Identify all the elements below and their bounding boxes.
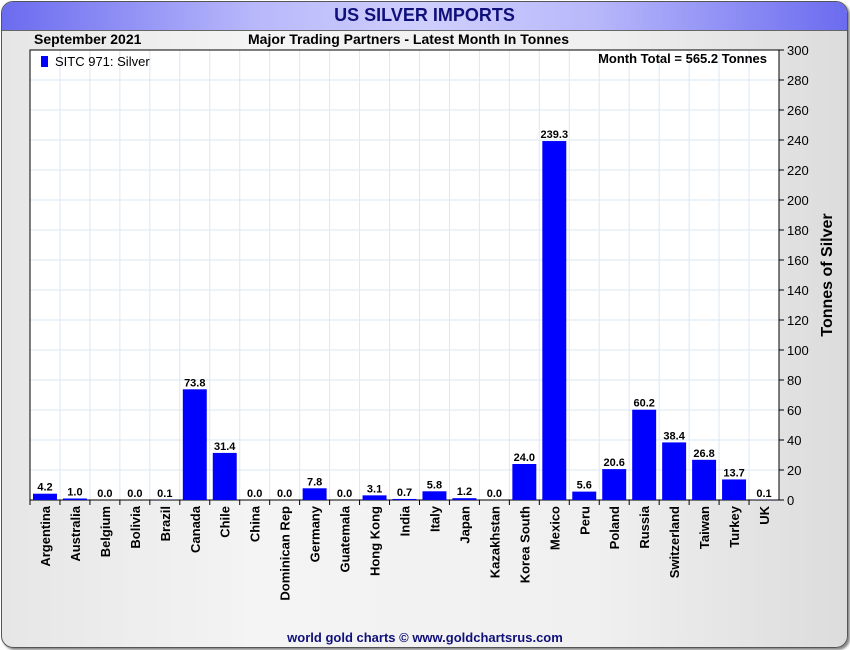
y-tick-label: 140	[787, 283, 809, 298]
bar-peru	[572, 491, 597, 500]
data-label: 0.0	[487, 488, 502, 500]
data-label: 0.0	[127, 488, 142, 500]
y-tick-label: 0	[787, 493, 794, 508]
x-tick-label: Taiwan	[697, 506, 712, 549]
x-tick-label: Poland	[607, 506, 622, 549]
x-tick-label: Chile	[218, 506, 233, 538]
x-tick-label: Dominican Rep	[278, 506, 293, 601]
bar-taiwan	[692, 459, 717, 500]
x-tick-label: Belgium	[98, 506, 113, 557]
y-tick-label: 80	[787, 373, 801, 388]
y-tick-label: 260	[787, 103, 809, 118]
x-tick-label: Canada	[188, 505, 203, 553]
y-tick-label: 40	[787, 433, 801, 448]
x-tick-label: Bolivia	[128, 505, 143, 548]
data-label: 13.7	[723, 467, 744, 479]
y-tick-label: 200	[787, 193, 809, 208]
data-label: 31.4	[214, 441, 236, 453]
bar-germany	[302, 488, 327, 500]
data-label: 3.1	[367, 483, 382, 495]
y-tick-label: 180	[787, 223, 809, 238]
data-label: 20.6	[604, 457, 625, 469]
x-tick-label: Hong Kong	[368, 506, 383, 576]
x-tick-label: Brazil	[158, 506, 173, 541]
bar-italy	[422, 491, 447, 500]
x-tick-label: Switzerland	[667, 506, 682, 578]
x-tick-label: Korea South	[517, 506, 532, 583]
footer-credit: world gold charts © www.goldchartsrus.co…	[287, 630, 563, 645]
bar-hong-kong	[362, 495, 387, 500]
x-tick-label: UK	[757, 505, 772, 524]
data-label: 0.1	[157, 488, 172, 500]
data-label: 239.3	[541, 129, 569, 141]
data-label: 0.0	[97, 488, 112, 500]
x-tick-label: Mexico	[547, 506, 562, 550]
legend-label: SITC 971: Silver	[55, 54, 150, 69]
bar-turkey	[722, 479, 747, 500]
data-label: 4.2	[37, 482, 52, 494]
bar-poland	[602, 469, 627, 500]
x-tick-label: India	[398, 505, 413, 536]
data-label: 7.8	[307, 476, 322, 488]
y-tick-label: 120	[787, 313, 809, 328]
bar-chart: 0 20 40 60 80 100 120 140 160 180 200 220 240 260 280 3…	[29, 43, 836, 601]
x-tick-label: Italy	[427, 505, 442, 532]
y-tick-label: 220	[787, 163, 809, 178]
data-label: 1.0	[67, 487, 82, 499]
x-tick-label: Australia	[68, 505, 83, 561]
data-label: 26.8	[693, 448, 714, 460]
data-label: 5.6	[577, 480, 592, 492]
x-tick-label: Guatemala	[338, 505, 353, 572]
y-tick-label: 60	[787, 403, 801, 418]
month-total-annotation: Month Total = 565.2 Tonnes	[598, 51, 767, 66]
bar-mexico	[542, 141, 567, 501]
bar-switzerland	[662, 442, 687, 500]
bar-chile	[212, 452, 237, 500]
data-label: 1.2	[457, 486, 472, 498]
data-label: 73.8	[184, 377, 205, 389]
bar-korea-south	[512, 464, 537, 500]
x-tick-label: Russia	[637, 505, 652, 548]
x-tick-label: Argentina	[38, 505, 53, 566]
bar-australia	[62, 498, 87, 500]
data-label: 38.4	[663, 430, 685, 442]
data-label: 0.7	[397, 487, 412, 499]
data-label: 0.0	[247, 488, 262, 500]
y-tick-label: 280	[787, 73, 809, 88]
y-tick-label: 20	[787, 463, 801, 478]
bar-india	[392, 498, 417, 500]
bar-canada	[182, 389, 207, 500]
y-tick-label: 100	[787, 343, 809, 358]
data-label: 0.0	[337, 488, 352, 500]
x-tick-label: Kazakhstan	[487, 506, 502, 578]
y-tick-label: 300	[787, 43, 809, 58]
data-label: 0.0	[277, 488, 292, 500]
y-axis-label: Tonnes of Silver	[819, 213, 836, 336]
data-label: 0.1	[756, 488, 771, 500]
data-label: 60.2	[633, 398, 654, 410]
data-label: 5.8	[427, 479, 442, 491]
bar-argentina	[33, 493, 57, 500]
x-tick-label: Germany	[308, 505, 323, 562]
x-tick-label: Peru	[577, 506, 592, 535]
x-tick-label: Turkey	[727, 505, 742, 547]
y-tick-label: 160	[787, 253, 809, 268]
legend-swatch	[41, 56, 48, 67]
y-tick-label: 240	[787, 133, 809, 148]
x-tick-label: China	[248, 505, 263, 542]
bar-russia	[632, 409, 657, 500]
x-tick-label: Japan	[457, 506, 472, 544]
bar-japan	[452, 498, 477, 500]
data-label: 24.0	[514, 452, 535, 464]
